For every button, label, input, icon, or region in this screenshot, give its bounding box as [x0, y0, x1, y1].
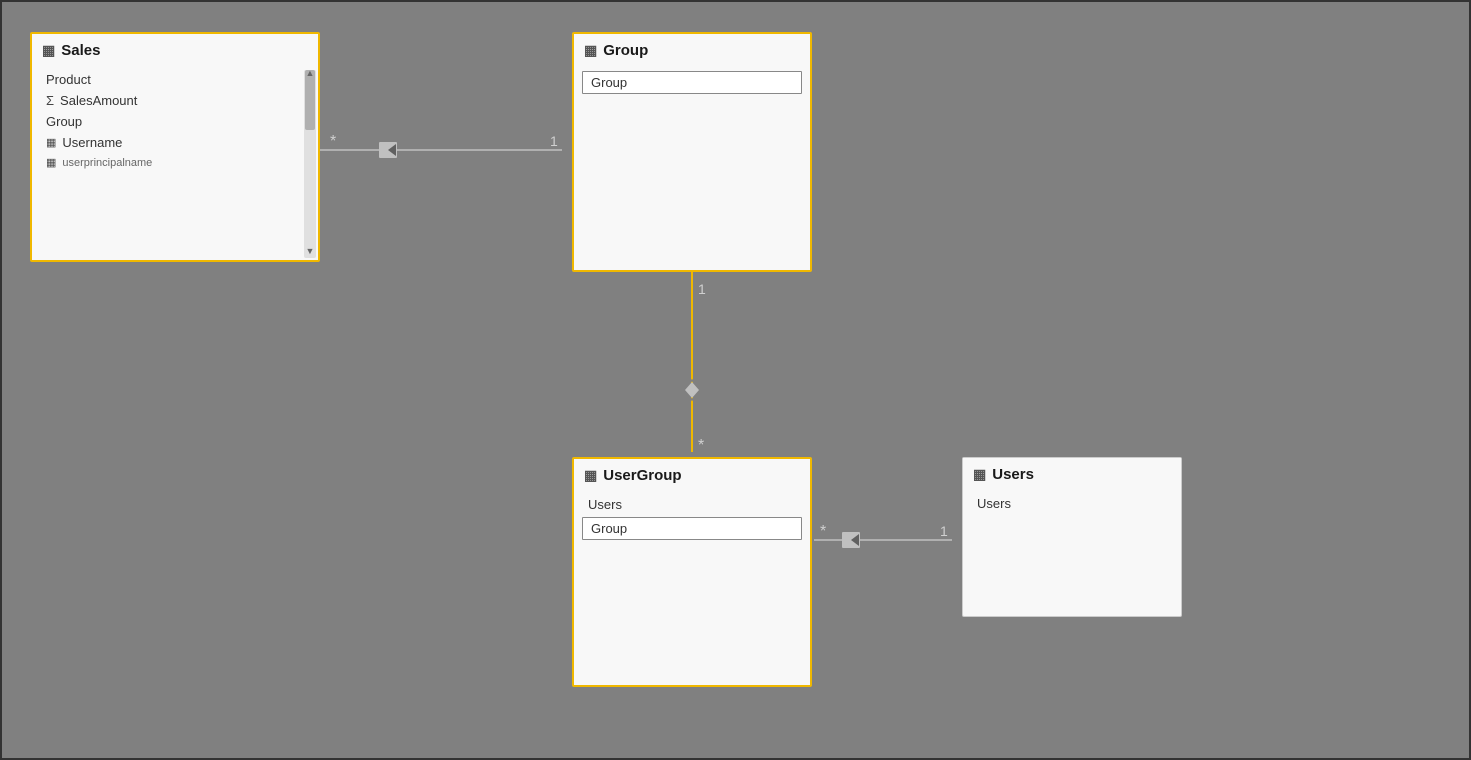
table-icon-sales: ▦ [42, 42, 55, 59]
label-sales-many: * [330, 133, 336, 150]
diamond-fill [685, 382, 699, 398]
sigma-icon: Σ [46, 93, 54, 108]
field-users-users[interactable]: Users [963, 493, 1181, 514]
label-users-one: 1 [940, 523, 948, 539]
table-group-header: ▦ Group [574, 34, 810, 65]
grid-icon-upn: ▦ [46, 156, 56, 169]
field-upn-label: userprincipalname [62, 157, 152, 169]
arrow-ug-users-head [851, 534, 859, 546]
field-username[interactable]: ▦ Username [32, 132, 318, 153]
diagram-canvas[interactable]: ▦ Sales Product Σ SalesAmount Group ▦ Us… [0, 0, 1471, 760]
diamond-group-usergroup [684, 380, 700, 400]
grid-icon-username: ▦ [46, 136, 56, 149]
scrollbar-thumb-sales [305, 70, 315, 130]
field-group-groupname[interactable]: Group [582, 71, 802, 94]
scrollbar-sales[interactable] [304, 70, 316, 258]
field-users-users-label: Users [977, 496, 1011, 511]
table-users-title: Users [992, 466, 1034, 483]
label-group-one: 1 [550, 133, 558, 149]
label-usergroup-many: * [698, 437, 704, 454]
label-group-one-v: 1 [698, 281, 706, 297]
table-icon-users: ▦ [973, 466, 986, 483]
table-sales-header: ▦ Sales [32, 34, 318, 65]
table-group-body: Group [574, 65, 810, 104]
field-username-label: Username [62, 135, 122, 150]
table-group-title: Group [603, 42, 648, 59]
field-group-groupname-label: Group [591, 75, 627, 90]
table-users-body: Users [963, 489, 1181, 522]
table-icon-group: ▦ [584, 42, 597, 59]
scroll-down-arrow[interactable]: ▼ [305, 246, 315, 256]
table-sales[interactable]: ▦ Sales Product Σ SalesAmount Group ▦ Us… [30, 32, 320, 262]
field-product-label: Product [46, 72, 91, 87]
field-usergroup-group-label: Group [591, 521, 627, 536]
field-salesamount[interactable]: Σ SalesAmount [32, 90, 318, 111]
table-icon-usergroup: ▦ [584, 467, 597, 484]
field-product[interactable]: Product [32, 69, 318, 90]
table-sales-body: Product Σ SalesAmount Group ▦ Username ▦… [32, 65, 318, 180]
field-usergroup-users[interactable]: Users [574, 494, 810, 515]
table-usergroup-header: ▦ UserGroup [574, 459, 810, 490]
arrow-sales-group-head [388, 144, 396, 156]
field-group-label: Group [46, 114, 82, 129]
field-salesamount-label: SalesAmount [60, 93, 137, 108]
table-usergroup-body: Users Group [574, 490, 810, 550]
arrow-ug-users-box [842, 532, 860, 548]
field-userprincipalname[interactable]: ▦ userprincipalname [32, 153, 318, 172]
label-ug-many: * [820, 523, 826, 540]
table-users-header: ▦ Users [963, 458, 1181, 489]
field-group[interactable]: Group [32, 111, 318, 132]
table-usergroup-title: UserGroup [603, 467, 681, 484]
scroll-up-arrow[interactable]: ▲ [305, 68, 315, 78]
table-users[interactable]: ▦ Users Users [962, 457, 1182, 617]
field-usergroup-group[interactable]: Group [582, 517, 802, 540]
field-usergroup-users-label: Users [588, 497, 622, 512]
arrow-sales-group-box [379, 142, 397, 158]
table-group[interactable]: ▦ Group Group [572, 32, 812, 272]
table-sales-title: Sales [61, 42, 100, 59]
table-usergroup[interactable]: ▦ UserGroup Users Group [572, 457, 812, 687]
